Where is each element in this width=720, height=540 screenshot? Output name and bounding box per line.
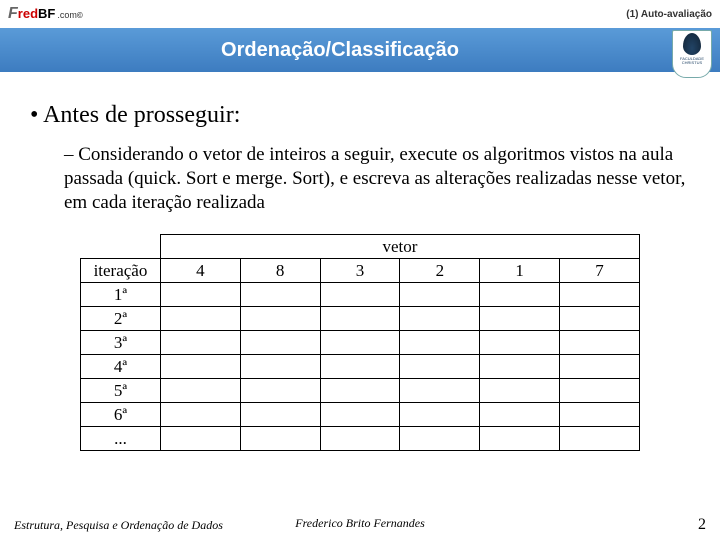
table-row: 5ª: [81, 379, 640, 403]
value-cell: 8: [240, 259, 320, 283]
empty-cell: [320, 403, 400, 427]
empty-cell: [320, 283, 400, 307]
iter-label: 5ª: [81, 379, 161, 403]
empty-cell: [240, 427, 320, 451]
empty-cell: [560, 427, 640, 451]
empty-cell: [480, 403, 560, 427]
iter-label: 6ª: [81, 403, 161, 427]
empty-cell: [400, 331, 480, 355]
logo-bf: BF: [38, 6, 55, 21]
table-row: vetor: [81, 235, 640, 259]
empty-cell: [560, 331, 640, 355]
empty-cell: [480, 379, 560, 403]
table-row: 6ª: [81, 403, 640, 427]
empty-cell: [160, 379, 240, 403]
empty-cell: [160, 307, 240, 331]
value-cell: 2: [400, 259, 480, 283]
iter-label: 3ª: [81, 331, 161, 355]
table-row: 3ª: [81, 331, 640, 355]
empty-cell: [320, 331, 400, 355]
footer-center: Frederico Brito Fernandes: [295, 516, 425, 531]
value-cell: 7: [560, 259, 640, 283]
empty-cell: [160, 427, 240, 451]
content: • Antes de prosseguir: – Considerando o …: [0, 72, 720, 451]
empty-cell: [320, 427, 400, 451]
empty-cell: [160, 331, 240, 355]
bullet-level2: – Considerando o vetor de inteiros a seg…: [64, 143, 690, 214]
empty-cell: [400, 379, 480, 403]
value-cell: 1: [480, 259, 560, 283]
empty-cell: [160, 283, 240, 307]
empty-cell: [320, 307, 400, 331]
section-label: (1) Auto-avaliação: [626, 9, 712, 20]
bullet-level1: • Antes de prosseguir:: [30, 102, 690, 129]
logo-letter-f: F: [8, 5, 18, 23]
iter-label: 2ª: [81, 307, 161, 331]
empty-cell: [480, 355, 560, 379]
vetor-header: vetor: [160, 235, 639, 259]
logo-reg: ©: [77, 11, 83, 20]
crest-logo: FACULDADE CHRISTUS: [672, 30, 712, 78]
empty-cell: [560, 403, 640, 427]
empty-cell: [560, 283, 640, 307]
table-row: iteração 4 8 3 2 1 7: [81, 259, 640, 283]
empty-cell: [480, 331, 560, 355]
empty-cell: [480, 427, 560, 451]
value-cell: 3: [320, 259, 400, 283]
empty-cell: [400, 403, 480, 427]
empty-cell: [320, 355, 400, 379]
table-row: ...: [81, 427, 640, 451]
topbar: FredBF.com © (1) Auto-avaliação: [0, 0, 720, 28]
value-cell: 4: [160, 259, 240, 283]
empty-cell: [400, 355, 480, 379]
logo-red: red: [18, 6, 38, 21]
page-number: 2: [698, 516, 706, 534]
footer-left: Estrutura, Pesquisa e Ordenação de Dados: [14, 518, 223, 533]
table-row: 1ª: [81, 283, 640, 307]
iter-header: iteração: [81, 259, 161, 283]
iter-label: 4ª: [81, 355, 161, 379]
logo: FredBF.com ©: [8, 5, 83, 23]
table-row: 4ª: [81, 355, 640, 379]
table-wrap: vetor iteração 4 8 3 2 1 7 1ª 2ª 3ª 4ª 5…: [80, 234, 640, 451]
footer: Estrutura, Pesquisa e Ordenação de Dados…: [0, 516, 720, 534]
empty-cell: [240, 331, 320, 355]
iter-label: ...: [81, 427, 161, 451]
blank-cell: [81, 235, 161, 259]
empty-cell: [240, 379, 320, 403]
crest-label: FACULDADE CHRISTUS: [673, 57, 711, 65]
empty-cell: [560, 355, 640, 379]
page-title: Ordenação/Classificação: [221, 39, 459, 62]
empty-cell: [400, 307, 480, 331]
flame-icon: [683, 33, 701, 55]
empty-cell: [240, 403, 320, 427]
iteration-table: vetor iteração 4 8 3 2 1 7 1ª 2ª 3ª 4ª 5…: [80, 234, 640, 451]
empty-cell: [480, 307, 560, 331]
title-bar: Ordenação/Classificação FACULDADE CHRIST…: [0, 28, 720, 72]
empty-cell: [240, 355, 320, 379]
empty-cell: [240, 307, 320, 331]
iter-label: 1ª: [81, 283, 161, 307]
empty-cell: [400, 283, 480, 307]
empty-cell: [160, 355, 240, 379]
empty-cell: [320, 379, 400, 403]
logo-com: .com: [57, 10, 77, 20]
empty-cell: [240, 283, 320, 307]
empty-cell: [400, 427, 480, 451]
empty-cell: [480, 283, 560, 307]
empty-cell: [560, 379, 640, 403]
table-row: 2ª: [81, 307, 640, 331]
empty-cell: [560, 307, 640, 331]
empty-cell: [160, 403, 240, 427]
